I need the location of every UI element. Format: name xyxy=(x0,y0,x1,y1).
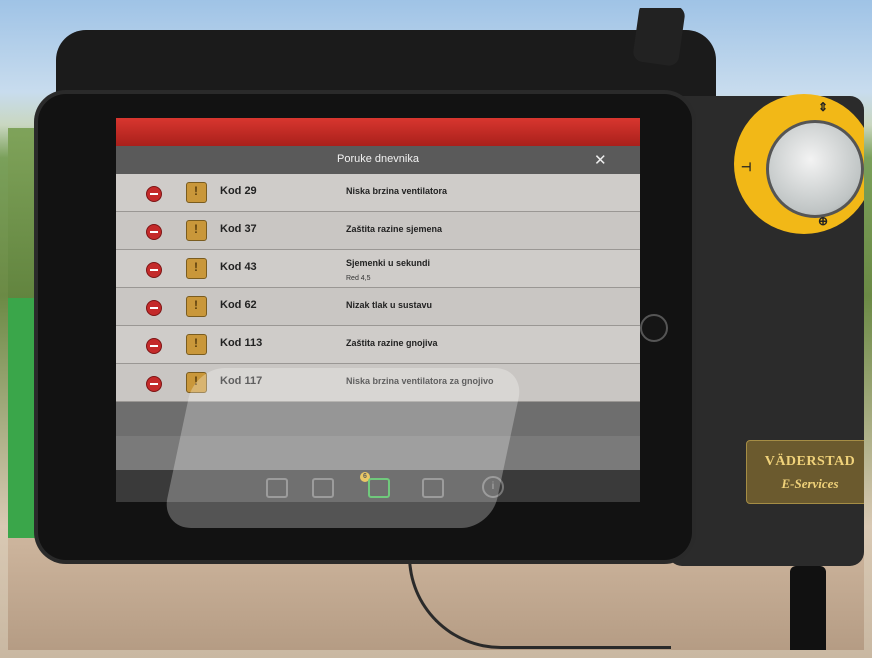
message-detail: Red 4,5 xyxy=(346,275,371,282)
header-red-bar xyxy=(116,118,640,146)
knob-mark-down-icon: ⊕ xyxy=(818,214,829,228)
cab-green-trim xyxy=(8,298,42,538)
list-item[interactable]: Kod 113 Zaštita razine gnojiva xyxy=(116,326,640,364)
close-icon[interactable]: ✕ xyxy=(594,151,607,169)
knob-mark-left-icon: ⊣ xyxy=(741,160,752,174)
home-button[interactable] xyxy=(640,314,668,342)
warning-icon xyxy=(186,334,207,355)
remove-icon[interactable] xyxy=(146,338,162,354)
brand-badge xyxy=(746,440,864,504)
message-text: Zaštita razine sjemena xyxy=(346,224,443,234)
remove-icon[interactable] xyxy=(146,224,162,240)
service-label: E-Services xyxy=(781,476,839,491)
control-knob[interactable] xyxy=(766,120,864,218)
warning-icon xyxy=(186,182,207,203)
photo-frame: ⇕ ⊣ ⊕ VÄDERSTAD E-Services Poruke dnevni… xyxy=(8,8,864,650)
remove-icon[interactable] xyxy=(146,186,162,202)
message-code: Kod 43 xyxy=(220,261,257,273)
warning-icon xyxy=(186,220,207,241)
message-code: Kod 113 xyxy=(220,337,263,349)
remove-icon[interactable] xyxy=(146,300,162,316)
dialog-title: Poruke dnevnika xyxy=(337,153,419,165)
mount-pole xyxy=(632,8,686,67)
message-text: Niska brzina ventilatora xyxy=(346,186,448,196)
list-item[interactable]: Kod 29 Niska brzina ventilatora xyxy=(116,174,640,212)
remove-icon[interactable] xyxy=(146,262,162,278)
list-item[interactable]: Kod 37 Zaštita razine sjemena xyxy=(116,212,640,250)
warning-icon xyxy=(186,258,207,279)
remove-icon[interactable] xyxy=(146,376,162,392)
message-code: Kod 62 xyxy=(220,299,257,311)
knob-mark-up-icon: ⇕ xyxy=(818,100,829,114)
message-text: Sjemenki u sekundi xyxy=(346,258,431,268)
warning-icon xyxy=(186,296,207,317)
message-text: Zaštita razine gnojiva xyxy=(346,338,438,348)
message-text: Nizak tlak u sustavu xyxy=(346,300,433,310)
list-item[interactable]: Kod 62 Nizak tlak u sustavu xyxy=(116,288,640,326)
usb-plug xyxy=(790,566,826,650)
list-item[interactable]: Kod 43 Sjemenki u sekundi Red 4,5 xyxy=(116,250,640,288)
screen-glare xyxy=(160,368,526,528)
message-code: Kod 29 xyxy=(220,185,257,197)
message-code: Kod 37 xyxy=(220,223,257,235)
brand-name: VÄDERSTAD xyxy=(764,454,856,469)
tablet-mount-bar xyxy=(56,30,716,102)
